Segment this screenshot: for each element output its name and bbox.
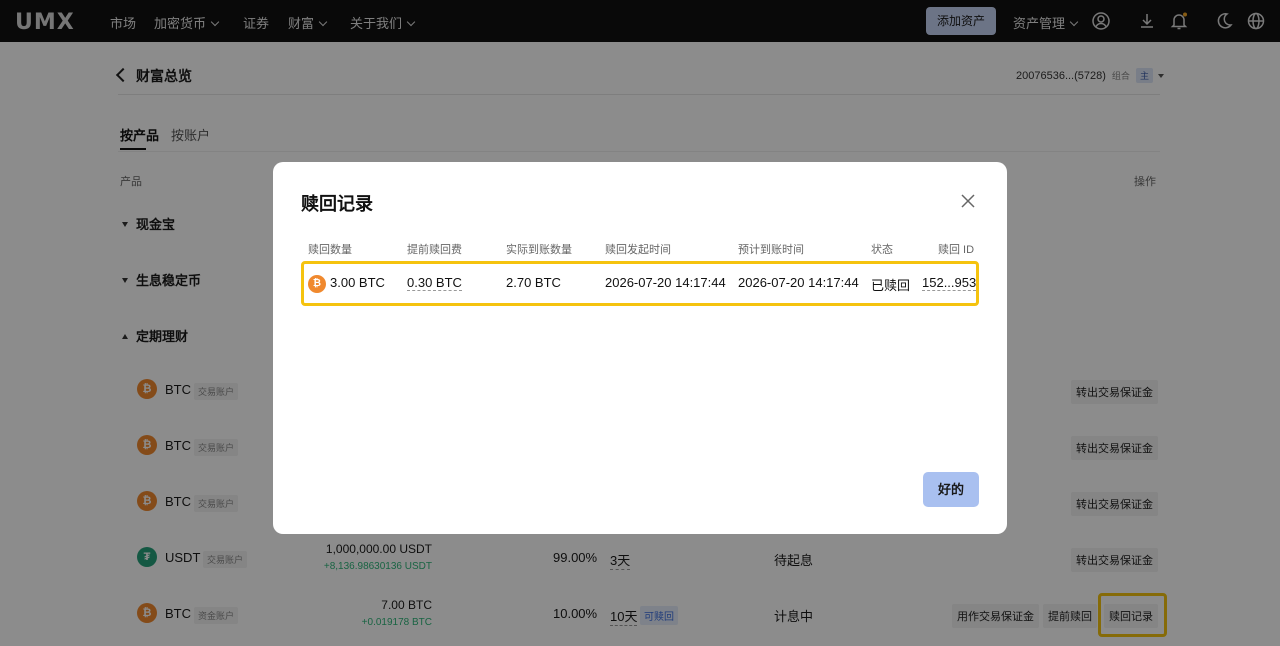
redeem-record-modal: 赎回记录 赎回数量 提前赎回费 实际到账数量 赎回发起时间 预计到账时间 状态 …: [273, 162, 1007, 534]
header-received-amount: 实际到账数量: [506, 244, 572, 256]
header-status: 状态: [871, 244, 893, 256]
header-redeem-id: 赎回 ID: [938, 244, 975, 256]
header-start-time: 赎回发起时间: [605, 244, 671, 256]
header-redeem-amount: 赎回数量: [308, 244, 352, 256]
modal-title: 赎回记录: [301, 194, 373, 214]
header-expected-time: 预计到账时间: [738, 244, 804, 256]
ok-button[interactable]: 好的: [923, 472, 979, 507]
highlight-box: [301, 261, 979, 306]
close-icon[interactable]: [959, 192, 977, 210]
header-early-fee: 提前赎回费: [407, 244, 462, 256]
